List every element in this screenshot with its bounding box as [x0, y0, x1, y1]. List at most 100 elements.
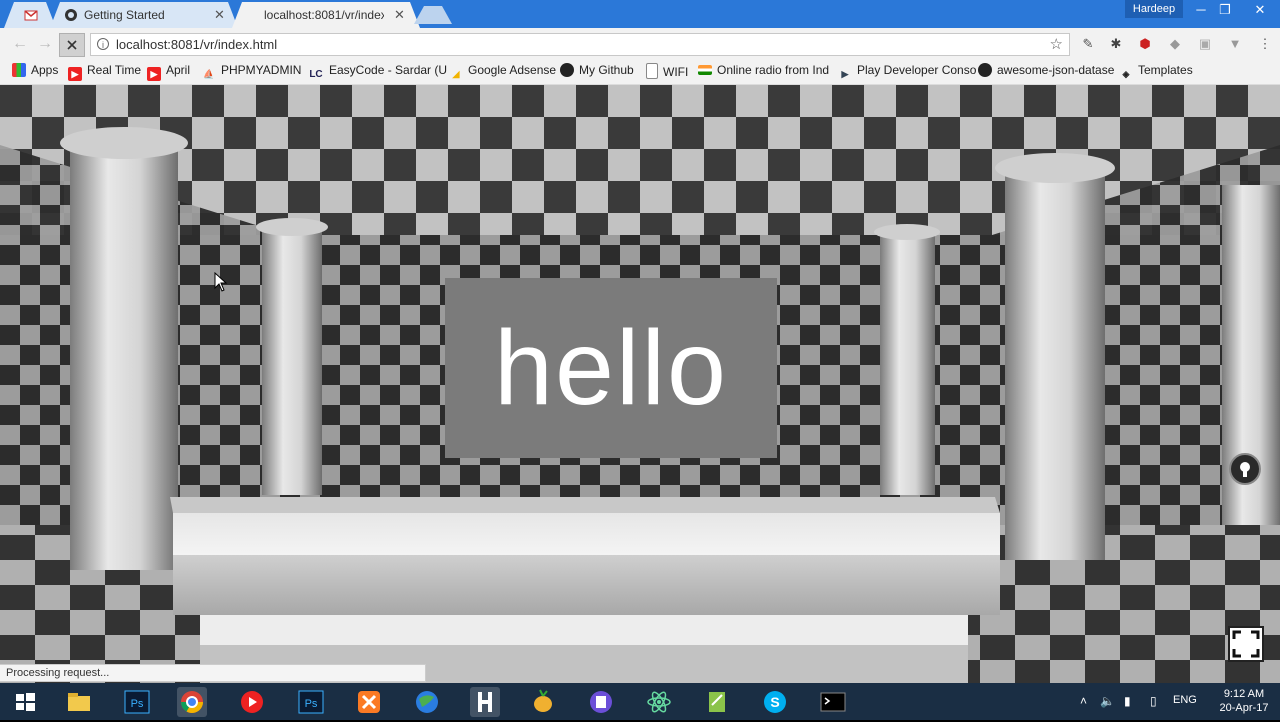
play-icon: ▶ — [841, 69, 849, 79]
india-flag-icon — [698, 65, 712, 75]
atom-icon[interactable] — [644, 687, 674, 717]
windows-start-icon[interactable] — [10, 687, 40, 717]
hyper-icon[interactable] — [470, 687, 500, 717]
clock[interactable]: 9:12 AM 20-Apr-17 — [1210, 687, 1278, 715]
adblock-extension-icon[interactable]: ⬢ — [1137, 36, 1153, 52]
volume-icon[interactable]: 🔈 — [1100, 694, 1115, 708]
apps-grid-icon — [12, 63, 26, 77]
bookmark-label: Google Adsense — [468, 63, 557, 77]
tab-gmail[interactable] — [4, 2, 56, 28]
bookmark-label: Real Time — [87, 63, 142, 77]
github-icon — [978, 63, 992, 77]
network-icon[interactable]: ▮ — [1124, 694, 1131, 708]
chrome-icon[interactable] — [177, 687, 207, 717]
bookmark-label: WIFI — [663, 65, 689, 79]
clock-time: 9:12 AM — [1223, 688, 1265, 700]
battery-icon[interactable]: ▯ — [1150, 694, 1157, 708]
bookmark-awesome-json[interactable]: awesome-json-datase — [978, 63, 1114, 81]
file-explorer-icon[interactable] — [64, 687, 94, 717]
fruit-icon[interactable] — [528, 687, 558, 717]
color-picker-extension-icon[interactable]: ✎ — [1080, 36, 1096, 52]
bookmark-icon[interactable] — [586, 687, 616, 717]
svg-text:Ps: Ps — [305, 698, 318, 710]
tab-title: localhost:8081/vr/index.h — [264, 8, 384, 22]
github-icon — [560, 63, 574, 77]
puzzle-extension-icon[interactable]: ✱ — [1108, 36, 1124, 52]
column-right-front — [995, 153, 1115, 560]
photoshop-icon[interactable]: Ps — [122, 687, 152, 717]
tab-localhost[interactable]: localhost:8081/vr/index.h ✕ — [232, 2, 420, 28]
bookmarks-bar: Apps ▶ Real Time ▶ April ⛵ PHPMYADMIN LC Eas… — [0, 60, 1280, 85]
bookmark-label: Online radio from Ind — [717, 63, 830, 77]
windows-taskbar: Ps Ps S ˄ 🔈 ▮ ▯ ENG 9:12 AM 20-Apr-17 — [0, 683, 1280, 720]
close-window-icon[interactable]: ✕ — [1242, 0, 1278, 22]
close-icon[interactable]: ✕ — [214, 7, 225, 23]
back-icon[interactable]: ← — [10, 34, 30, 54]
bookmark-real-time[interactable]: ▶ Real Time — [68, 63, 141, 81]
skype-icon[interactable]: S — [760, 687, 790, 717]
language-indicator[interactable]: ENG — [1173, 694, 1197, 706]
url-text[interactable]: localhost:8081/vr/index.html — [116, 37, 277, 52]
bookmark-label: April — [166, 63, 191, 77]
close-icon[interactable]: ✕ — [394, 7, 405, 23]
mouse-cursor-icon — [214, 272, 228, 292]
tab-title: Getting Started — [84, 8, 165, 22]
new-tab-button[interactable] — [414, 6, 452, 24]
templates-icon: ◈ — [1122, 69, 1130, 79]
box-extension-icon[interactable]: ▣ — [1197, 36, 1213, 52]
lc-icon: LC — [309, 69, 323, 80]
cmd-icon[interactable] — [818, 687, 848, 717]
address-bar[interactable]: i localhost:8081/vr/index.html ☆ — [90, 33, 1070, 56]
gmail-icon — [24, 10, 38, 21]
phpmyadmin-icon: ⛵ — [203, 69, 215, 79]
tray-expand-icon[interactable]: ˄ — [1080, 694, 1087, 708]
adsense-icon: ◢ — [452, 69, 460, 79]
bookmark-star-icon[interactable]: ☆ — [1050, 35, 1063, 53]
youtube-icon: ▶ — [147, 67, 161, 81]
bookmark-label: EasyCode - Sardar (U — [329, 63, 448, 77]
diamond-extension-icon[interactable]: ◆ — [1167, 36, 1183, 52]
bookmark-label: My Github — [579, 63, 634, 77]
info-icon[interactable]: i — [97, 38, 109, 50]
profile-button[interactable]: Hardeep — [1125, 0, 1183, 18]
bookmark-label: PHPMYADMIN — [221, 63, 302, 77]
bookmark-label: Apps — [31, 63, 59, 77]
bookmark-apps[interactable]: Apps — [12, 63, 58, 81]
clock-date: 20-Apr-17 — [1219, 702, 1269, 714]
browser-title-bar: Getting Started ✕ localhost:8081/vr/inde… — [0, 0, 1280, 28]
column-left-front — [60, 127, 188, 570]
bookmark-label: Play Developer Conso — [857, 63, 977, 77]
hello-text: hello — [494, 309, 728, 427]
column-left-back — [256, 218, 328, 495]
svg-text:S: S — [770, 694, 779, 710]
fullscreen-button[interactable] — [1228, 626, 1264, 662]
bookmark-april[interactable]: ▶ April — [147, 63, 190, 81]
vr-mode-button[interactable] — [1229, 453, 1261, 485]
youtube-icon: ▶ — [68, 67, 82, 81]
maximize-icon[interactable]: ❐ — [1210, 0, 1240, 22]
photoshop-icon[interactable]: Ps — [296, 687, 326, 717]
tab-getting-started[interactable]: Getting Started ✕ — [50, 2, 238, 28]
vr-canvas[interactable]: hello — [0, 85, 1280, 683]
bookmark-my-github[interactable]: My Github — [560, 63, 634, 81]
bookmark-label: Templates — [1138, 63, 1193, 77]
bookmark-online-radio[interactable]: Online radio from Ind — [698, 63, 829, 81]
stop-loading-button[interactable] — [59, 33, 85, 57]
fullscreen-icon — [1232, 630, 1260, 658]
filter-extension-icon[interactable]: ▼ — [1227, 36, 1243, 52]
bookmark-templates[interactable]: ◈ Templates — [1119, 63, 1193, 81]
menu-kebab-icon[interactable]: ⋮ — [1257, 36, 1273, 52]
bookmark-google-adsense[interactable]: ◢ Google Adsense — [449, 63, 557, 81]
bookmark-wifi[interactable]: WIFI — [646, 63, 688, 81]
bookmark-phpmyadmin[interactable]: ⛵ PHPMYADMIN — [202, 63, 301, 81]
bookmark-easycode[interactable]: LC EasyCode - Sardar (U — [308, 63, 447, 81]
stop-icon — [67, 40, 77, 50]
platform-top-step — [170, 497, 1000, 615]
forward-icon[interactable]: → — [35, 34, 55, 54]
svg-text:Ps: Ps — [131, 698, 144, 710]
xampp-icon[interactable] — [354, 687, 384, 717]
youtube-icon[interactable] — [237, 687, 267, 717]
globe-icon[interactable] — [412, 687, 442, 717]
notepad-icon[interactable] — [702, 687, 732, 717]
bookmark-play-developer[interactable]: ▶ Play Developer Conso — [838, 63, 977, 81]
